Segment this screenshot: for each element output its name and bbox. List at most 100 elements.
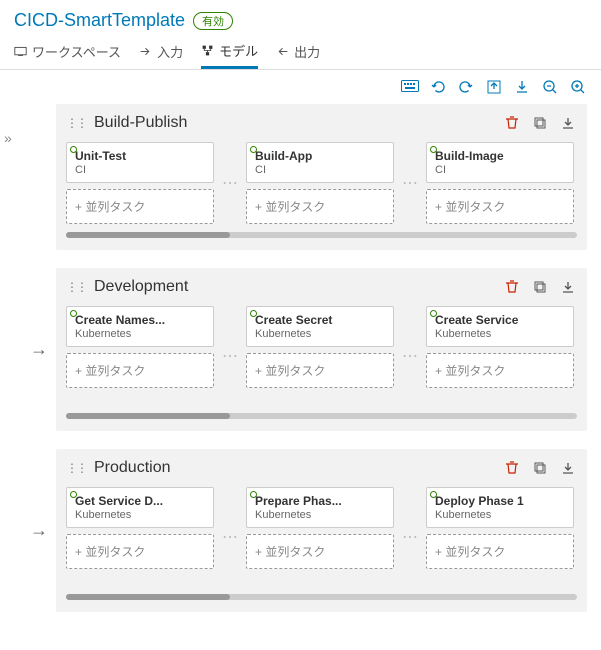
status-dot-icon (250, 491, 257, 498)
task-type: Kubernetes (435, 509, 565, 521)
task-card[interactable]: Unit-TestCI (66, 142, 214, 183)
delete-stage-icon[interactable] (503, 114, 521, 132)
download-stage-icon[interactable] (559, 278, 577, 296)
task-type: Kubernetes (435, 328, 565, 340)
task-card[interactable]: Create Names...Kubernetes (66, 306, 214, 347)
status-dot-icon (250, 310, 257, 317)
stage-name: Build-Publish (94, 114, 187, 132)
tab-label: ワークスペース (32, 42, 121, 61)
drag-handle-icon[interactable]: ⋮⋮ (66, 280, 86, 294)
status-dot-icon (70, 146, 77, 153)
task-type: Kubernetes (75, 509, 205, 521)
flow-connector-icon: ⋯ (402, 346, 418, 366)
task-title: Build-App (255, 149, 385, 163)
zoom-icon[interactable] (569, 78, 587, 96)
drag-handle-icon[interactable]: ⋮⋮ (66, 461, 86, 475)
status-dot-icon (430, 146, 437, 153)
workspace-icon (14, 45, 27, 58)
delete-stage-icon[interactable] (503, 278, 521, 296)
stage-arrow-icon: → (30, 520, 48, 541)
task-type: Kubernetes (75, 328, 205, 340)
task-title: Create Service (435, 313, 565, 327)
add-parallel-task-button[interactable]: + 並列タスク (66, 353, 214, 388)
task-type: CI (75, 164, 205, 176)
stage: ⋮⋮ProductionGet Service D...Kubernetes+ … (56, 449, 587, 612)
copy-stage-icon[interactable] (531, 459, 549, 477)
undo-icon[interactable] (429, 78, 447, 96)
toolbar (0, 70, 601, 104)
stage-name: Production (94, 459, 171, 477)
tab-output[interactable]: 出力 (276, 42, 320, 69)
add-parallel-task-button[interactable]: + 並列タスク (246, 534, 394, 569)
task-title: Get Service D... (75, 494, 205, 508)
add-parallel-task-button[interactable]: + 並列タスク (66, 534, 214, 569)
flow-connector-icon: ⋯ (402, 527, 418, 547)
keyboard-icon[interactable] (401, 78, 419, 96)
page-title: CICD-SmartTemplate (14, 10, 185, 31)
tab-label: 出力 (294, 42, 320, 61)
tabs-bar: ワークスペース 入力 モデル 出力 (0, 31, 601, 70)
flow-connector-icon: ⋯ (222, 346, 238, 366)
task-card[interactable]: Build-ImageCI (426, 142, 574, 183)
add-parallel-task-button[interactable]: + 並列タスク (426, 353, 574, 388)
task-card[interactable]: Create SecretKubernetes (246, 306, 394, 347)
add-parallel-task-button[interactable]: + 並列タスク (426, 534, 574, 569)
add-parallel-task-button[interactable]: + 並列タスク (426, 189, 574, 224)
status-dot-icon (250, 146, 257, 153)
copy-stage-icon[interactable] (531, 278, 549, 296)
task-title: Prepare Phas... (255, 494, 385, 508)
task-title: Deploy Phase 1 (435, 494, 565, 508)
flow-connector-icon: ⋯ (222, 527, 238, 547)
task-card[interactable]: Create ServiceKubernetes (426, 306, 574, 347)
input-icon (139, 45, 152, 58)
status-badge: 有効 (193, 12, 233, 30)
import-icon[interactable] (513, 78, 531, 96)
pipeline-canvas: ⋮⋮Build-PublishUnit-TestCI+ 並列タスク⋯Build-… (0, 104, 601, 650)
output-icon (276, 45, 289, 58)
model-icon (201, 44, 214, 57)
tab-label: モデル (219, 41, 258, 60)
tab-model[interactable]: モデル (201, 41, 258, 69)
task-title: Unit-Test (75, 149, 205, 163)
add-parallel-task-button[interactable]: + 並列タスク (246, 353, 394, 388)
add-parallel-task-button[interactable]: + 並列タスク (246, 189, 394, 224)
stage: ⋮⋮Build-PublishUnit-TestCI+ 並列タスク⋯Build-… (56, 104, 587, 250)
tasks-row: Get Service D...Kubernetes+ 並列タスク⋯Prepar… (66, 487, 577, 586)
task-card[interactable]: Deploy Phase 1Kubernetes (426, 487, 574, 528)
task-type: Kubernetes (255, 328, 385, 340)
add-parallel-task-button[interactable]: + 並列タスク (66, 189, 214, 224)
tab-workspace[interactable]: ワークスペース (14, 42, 121, 69)
redo-icon[interactable] (457, 78, 475, 96)
task-title: Build-Image (435, 149, 565, 163)
horizontal-scrollbar[interactable] (66, 413, 577, 419)
task-type: CI (255, 164, 385, 176)
task-title: Create Secret (255, 313, 385, 327)
status-dot-icon (70, 491, 77, 498)
horizontal-scrollbar[interactable] (66, 594, 577, 600)
task-type: CI (435, 164, 565, 176)
task-card[interactable]: Get Service D...Kubernetes (66, 487, 214, 528)
download-stage-icon[interactable] (559, 114, 577, 132)
drag-handle-icon[interactable]: ⋮⋮ (66, 116, 86, 130)
task-card[interactable]: Build-AppCI (246, 142, 394, 183)
delete-stage-icon[interactable] (503, 459, 521, 477)
flow-connector-icon: ⋯ (402, 173, 418, 193)
zoom-fit-icon[interactable] (541, 78, 559, 96)
header: CICD-SmartTemplate 有効 (0, 0, 601, 31)
tasks-row: Create Names...Kubernetes+ 並列タスク⋯Create … (66, 306, 577, 405)
download-stage-icon[interactable] (559, 459, 577, 477)
task-type: Kubernetes (255, 509, 385, 521)
stage: ⋮⋮DevelopmentCreate Names...Kubernetes+ … (56, 268, 587, 431)
task-title: Create Names... (75, 313, 205, 327)
flow-connector-icon: ⋯ (222, 173, 238, 193)
task-card[interactable]: Prepare Phas...Kubernetes (246, 487, 394, 528)
status-dot-icon (70, 310, 77, 317)
stage-arrow-icon: → (30, 339, 48, 360)
export-icon[interactable] (485, 78, 503, 96)
stage-name: Development (94, 278, 188, 296)
copy-stage-icon[interactable] (531, 114, 549, 132)
horizontal-scrollbar[interactable] (66, 232, 577, 238)
tab-input[interactable]: 入力 (139, 42, 183, 69)
status-dot-icon (430, 310, 437, 317)
tab-label: 入力 (157, 42, 183, 61)
